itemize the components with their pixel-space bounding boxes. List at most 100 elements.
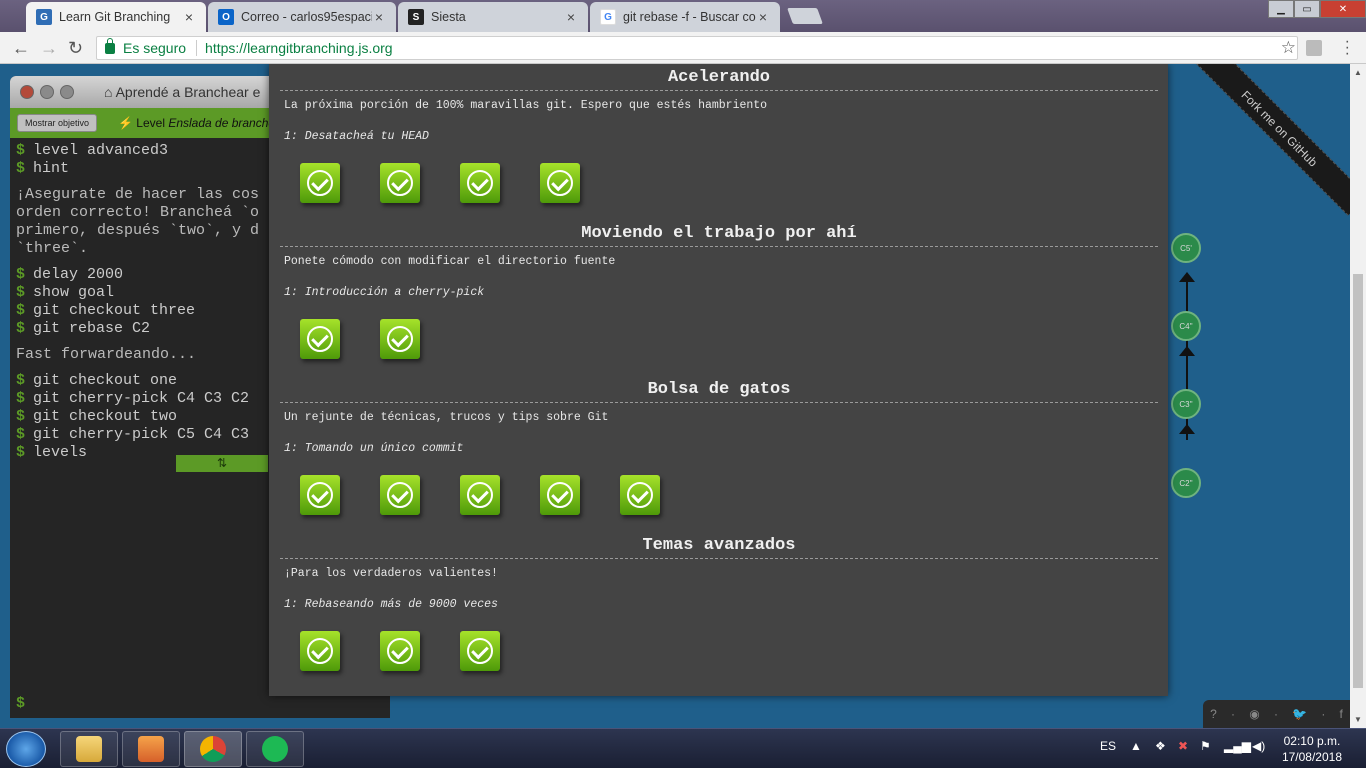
system-clock[interactable]: 02:10 p.m. 17/08/2018: [1282, 733, 1342, 765]
section-title: Moviendo el trabajo por ahí: [581, 224, 857, 243]
taskbar-chrome[interactable]: [184, 731, 242, 767]
close-tab-icon[interactable]: ×: [564, 9, 578, 25]
maximize-button[interactable]: ▭: [1294, 0, 1320, 18]
prompt-symbol: $: [16, 320, 26, 337]
help-icon[interactable]: ?: [1210, 707, 1217, 721]
prompt-symbol: $: [16, 142, 26, 159]
network-warning-icon[interactable]: ✖: [1178, 739, 1188, 753]
show-goal-button[interactable]: Mostrar objetivo: [17, 114, 97, 132]
close-window-button[interactable]: ✕: [1320, 0, 1366, 18]
volume-icon[interactable]: ◀): [1252, 739, 1265, 753]
windows-taskbar: ES ▲ ❖ ✖ ⚑ ▂▄▆ ◀) 02:10 p.m. 17/08/2018: [0, 728, 1366, 768]
browser-menu-icon[interactable]: · · ·: [1345, 34, 1350, 62]
separator-dot: ·: [1231, 707, 1236, 721]
scroll-thumb[interactable]: [1353, 274, 1363, 688]
level-button[interactable]: [460, 163, 500, 203]
section-description: ¡Para los verdaderos valientes!: [284, 567, 498, 580]
level-button[interactable]: [300, 163, 340, 203]
prompt-symbol: $: [16, 372, 26, 389]
close-dot-icon[interactable]: [20, 85, 34, 99]
forward-button[interactable]: →: [40, 38, 58, 59]
commit-node[interactable]: C3'': [1171, 389, 1201, 419]
close-tab-icon[interactable]: ×: [756, 9, 770, 25]
commit-node[interactable]: C2'': [1171, 468, 1201, 498]
taskbar-spotify[interactable]: [246, 731, 304, 767]
divider: [280, 558, 1158, 559]
section-description: La próxima porción de 100% maravillas gi…: [284, 99, 768, 112]
tab-correo[interactable]: O Correo - carlos95espacial ×: [208, 2, 396, 32]
tab-siesta[interactable]: S Siesta ×: [398, 2, 588, 32]
fork-me-ribbon[interactable]: Fork me on GitHub: [1192, 64, 1350, 216]
command-text: git checkout three: [33, 302, 196, 319]
checkmark-icon: [387, 638, 413, 664]
page-scrollbar[interactable]: ▲ ▼: [1350, 64, 1366, 728]
checkmark-icon: [387, 326, 413, 352]
language-indicator[interactable]: ES: [1100, 739, 1116, 753]
tab-label: Correo - carlos95espacial: [241, 10, 372, 24]
taskbar-explorer[interactable]: [60, 731, 118, 767]
divider: [280, 246, 1158, 247]
show-hidden-icons-icon[interactable]: ▲: [1130, 739, 1142, 753]
commit-node[interactable]: C5': [1171, 233, 1201, 263]
close-tab-icon[interactable]: ×: [372, 9, 386, 25]
minimize-dot-icon[interactable]: [40, 85, 54, 99]
section-title: Bolsa de gatos: [647, 380, 791, 399]
level-button[interactable]: [460, 631, 500, 671]
checkmark-icon: [307, 170, 333, 196]
command-text: level advanced3: [33, 142, 169, 159]
level-button[interactable]: [300, 475, 340, 515]
tab-learn-git-branching[interactable]: G Learn Git Branching ×: [26, 2, 206, 32]
action-center-icon[interactable]: ⚑: [1200, 739, 1211, 753]
divider: [280, 90, 1158, 91]
level-button[interactable]: [540, 163, 580, 203]
back-button[interactable]: ←: [12, 38, 30, 59]
command-text: git checkout one: [33, 372, 178, 389]
reload-button[interactable]: ↻: [68, 38, 83, 59]
minimize-button[interactable]: ▁: [1268, 0, 1294, 18]
checkmark-icon: [307, 482, 333, 508]
secure-label: Es seguro: [123, 40, 187, 56]
command-text: delay 2000: [33, 266, 124, 283]
scroll-up-icon[interactable]: ▲: [1354, 68, 1362, 77]
start-button[interactable]: [6, 731, 46, 767]
globe-icon[interactable]: ◉: [1249, 707, 1259, 721]
tab-google-search[interactable]: G git rebase -f - Buscar con ×: [590, 2, 780, 32]
maximize-dot-icon[interactable]: [60, 85, 74, 99]
level-button[interactable]: [380, 475, 420, 515]
close-tab-icon[interactable]: ×: [182, 9, 196, 25]
google-icon: G: [600, 9, 616, 25]
signal-icon[interactable]: ▂▄▆: [1224, 739, 1251, 753]
bookmark-star-icon[interactable]: ☆: [1281, 38, 1296, 58]
commit-node[interactable]: C4'': [1171, 311, 1201, 341]
terminal-input-prompt[interactable]: $: [16, 695, 25, 712]
checkmark-icon: [547, 482, 573, 508]
level-button[interactable]: [300, 319, 340, 359]
levels-status-bar: ⇅: [176, 455, 268, 472]
home-icon: ⌂: [104, 84, 113, 100]
level-icons: [300, 475, 1158, 515]
twitter-icon[interactable]: 🐦: [1292, 707, 1307, 721]
level-button[interactable]: [540, 475, 580, 515]
prompt-symbol: $: [16, 266, 26, 283]
git-icon: G: [36, 9, 52, 25]
address-bar[interactable]: Es seguro https://learngitbranching.js.o…: [96, 36, 1298, 60]
tab-label: Siesta: [431, 10, 466, 24]
command-text: show goal: [33, 284, 115, 301]
bolt-icon: ⚡: [118, 116, 133, 130]
dropbox-icon[interactable]: ❖: [1155, 739, 1166, 753]
extension-icon[interactable]: [1306, 40, 1322, 56]
level-button[interactable]: [380, 631, 420, 671]
level-button[interactable]: [380, 319, 420, 359]
new-tab-button[interactable]: [787, 8, 823, 24]
taskbar-media-player[interactable]: [122, 731, 180, 767]
command-text: git cherry-pick C4 C3 C2: [33, 390, 250, 407]
scroll-down-icon[interactable]: ▼: [1354, 715, 1362, 724]
checkmark-icon: [307, 638, 333, 664]
level-button[interactable]: [380, 163, 420, 203]
facebook-icon[interactable]: f: [1340, 707, 1343, 721]
level-button[interactable]: [460, 475, 500, 515]
checkmark-icon: [467, 638, 493, 664]
checkmark-icon: [307, 326, 333, 352]
level-button[interactable]: [620, 475, 660, 515]
level-button[interactable]: [300, 631, 340, 671]
